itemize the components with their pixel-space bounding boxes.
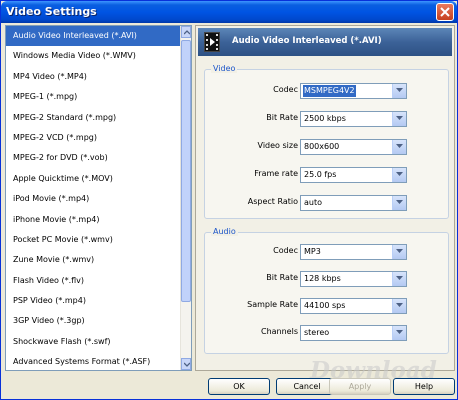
format-list-item[interactable]: PSP Video (*.mp4)	[6, 291, 182, 311]
video-framerate-label: Frame rate	[254, 169, 298, 178]
format-list[interactable]: Audio Video Interleaved (*.AVI) Windows M…	[5, 25, 192, 371]
audio-samplerate-row: Sample Rate 44100 sps	[205, 298, 448, 314]
settings-panel: Audio Video Interleaved (*.AVI) Video Co…	[195, 25, 455, 371]
format-header-title: Audio Video Interleaved (*.AVI)	[232, 36, 382, 46]
format-list-item[interactable]: iPod Movie (*.mp4)	[6, 189, 182, 209]
chevron-down-icon	[184, 362, 190, 367]
audio-codec-value: MP3	[304, 247, 321, 256]
video-codec-label: Codec	[273, 85, 298, 94]
audio-codec-row: Codec MP3	[205, 244, 448, 260]
audio-codec-label: Codec	[273, 246, 298, 255]
help-button[interactable]: Help	[393, 378, 455, 395]
video-aspect-select[interactable]: auto	[300, 195, 407, 211]
dropdown-arrow-icon[interactable]	[392, 140, 406, 154]
audio-samplerate-select[interactable]: 44100 sps	[300, 298, 407, 314]
dropdown-arrow-icon[interactable]	[392, 245, 406, 259]
format-list-item[interactable]: Flash Video (*.flv)	[6, 271, 182, 291]
audio-codec-select[interactable]: MP3	[300, 244, 407, 260]
video-framerate-select[interactable]: 25.0 fps	[300, 167, 407, 183]
video-bitrate-label: Bit Rate	[266, 113, 298, 122]
video-bitrate-row: Bit Rate 2500 kbps	[205, 111, 448, 127]
audio-channels-row: Channels stereo	[205, 325, 448, 341]
video-bitrate-select[interactable]: 2500 kbps	[300, 111, 407, 127]
format-list-item[interactable]: Pocket PC Movie (*.wmv)	[6, 230, 182, 250]
format-header: Audio Video Interleaved (*.AVI)	[198, 28, 452, 56]
audio-channels-select[interactable]: stereo	[300, 325, 407, 341]
format-list-item[interactable]: 3GP Video (*.3gp)	[6, 311, 182, 331]
format-list-item[interactable]: iPhone Movie (*.mp4)	[6, 210, 182, 230]
video-group-label: Video	[211, 64, 238, 73]
close-icon	[440, 7, 450, 17]
audio-bitrate-select[interactable]: 128 kbps	[300, 271, 407, 287]
video-aspect-value: auto	[304, 198, 323, 207]
video-size-value: 800x600	[304, 142, 340, 151]
video-size-label: Video size	[257, 141, 298, 150]
audio-group-label: Audio	[211, 227, 238, 236]
list-scrollbar[interactable]	[180, 26, 191, 370]
video-aspect-label: Aspect Ratio	[247, 197, 298, 206]
scroll-thumb[interactable]	[181, 40, 191, 302]
audio-samplerate-value: 44100 sps	[304, 301, 346, 310]
audio-group: Audio Codec MP3 Bit Rate 128 kbps Sample…	[204, 227, 449, 354]
dropdown-arrow-icon[interactable]	[392, 299, 406, 313]
format-list-item[interactable]: MPEG-2 VCD (*.mpg)	[6, 128, 182, 148]
format-list-item[interactable]: MPEG-2 for DVD (*.vob)	[6, 148, 182, 168]
chevron-up-icon	[184, 30, 190, 35]
format-list-item[interactable]: Advanced Systems Format (*.ASF)	[6, 352, 182, 370]
apply-button[interactable]: Apply	[329, 378, 391, 395]
dropdown-arrow-icon[interactable]	[392, 168, 406, 182]
film-icon	[204, 32, 220, 52]
video-size-select[interactable]: 800x600	[300, 139, 407, 155]
format-list-item[interactable]: Apple Quicktime (*.MOV)	[6, 169, 182, 189]
dropdown-arrow-icon[interactable]	[392, 272, 406, 286]
format-list-item[interactable]: Zune Movie (*.wmv)	[6, 250, 182, 270]
video-aspect-row: Aspect Ratio auto	[205, 195, 448, 211]
dropdown-arrow-icon[interactable]	[392, 84, 406, 98]
dropdown-arrow-icon[interactable]	[392, 326, 406, 340]
scroll-up-button[interactable]	[181, 26, 191, 38]
audio-channels-value: stereo	[304, 328, 330, 337]
close-button[interactable]	[436, 3, 454, 21]
format-list-items: Audio Video Interleaved (*.AVI) Windows M…	[6, 26, 182, 370]
video-settings-dialog: Video Settings Audio Video Interleaved (…	[0, 0, 458, 400]
audio-channels-label: Channels	[260, 327, 298, 336]
dropdown-arrow-icon[interactable]	[392, 112, 406, 126]
window-title: Video Settings	[6, 5, 97, 18]
scroll-down-button[interactable]	[181, 358, 191, 370]
format-list-item[interactable]: MPEG-1 (*.mpg)	[6, 87, 182, 107]
video-codec-value: MSMPEG4V2	[303, 85, 356, 97]
ok-button[interactable]: OK	[208, 378, 270, 395]
audio-samplerate-label: Sample Rate	[247, 300, 298, 309]
format-list-item[interactable]: MP4 Video (*.MP4)	[6, 67, 182, 87]
format-list-item[interactable]: Audio Video Interleaved (*.AVI)	[6, 26, 182, 47]
format-list-item[interactable]: MPEG-2 Standard (*.mpg)	[6, 108, 182, 128]
video-framerate-row: Frame rate 25.0 fps	[205, 167, 448, 183]
video-bitrate-value: 2500 kbps	[304, 114, 346, 123]
audio-bitrate-label: Bit Rate	[266, 273, 298, 282]
video-size-row: Video size 800x600	[205, 139, 448, 155]
video-codec-select[interactable]: MSMPEG4V2	[300, 83, 407, 99]
dropdown-arrow-icon[interactable]	[392, 196, 406, 210]
format-list-item[interactable]: Shockwave Flash (*.swf)	[6, 332, 182, 352]
video-framerate-value: 25.0 fps	[304, 170, 337, 179]
video-codec-row: Codec MSMPEG4V2	[205, 83, 448, 99]
audio-bitrate-value: 128 kbps	[304, 274, 341, 283]
title-bar[interactable]: Video Settings	[1, 1, 457, 23]
format-list-item[interactable]: Windows Media Video (*.WMV)	[6, 46, 182, 66]
audio-bitrate-row: Bit Rate 128 kbps	[205, 271, 448, 287]
video-group: Video Codec MSMPEG4V2 Bit Rate 2500 kbps…	[204, 64, 449, 219]
